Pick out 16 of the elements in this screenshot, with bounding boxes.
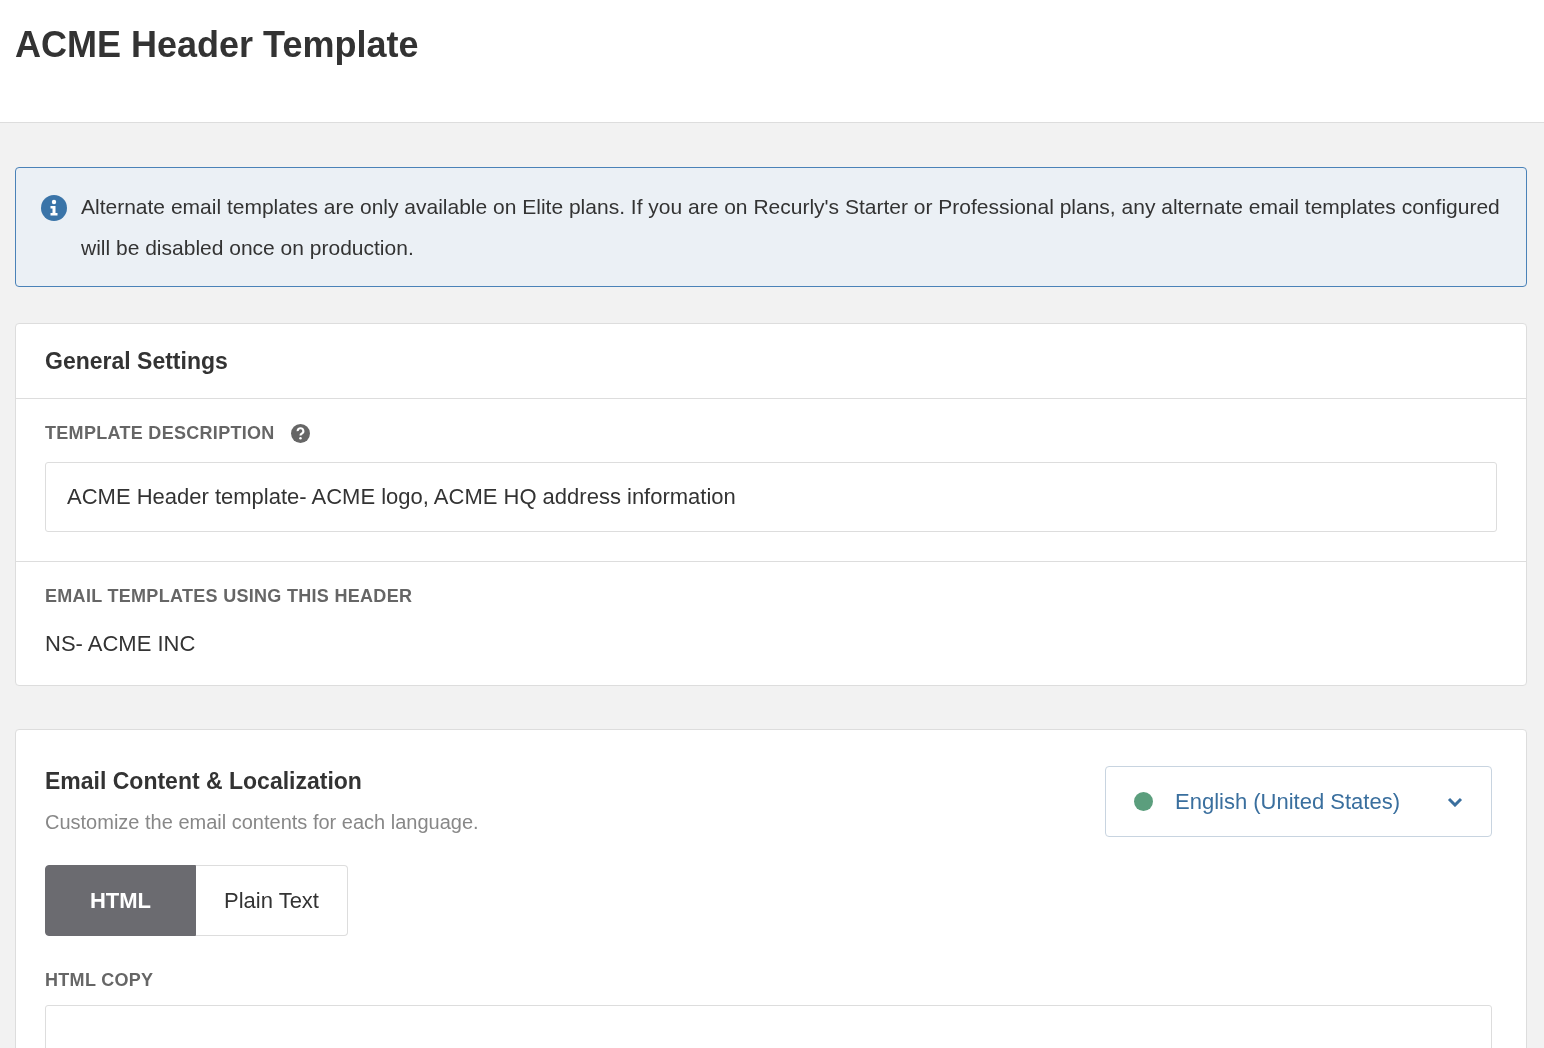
field-label: EMAIL TEMPLATES USING THIS HEADER [45, 586, 413, 607]
info-message: Alternate email templates are only available on Elite plans. If you are on Recurly's Starter or Professional plans, any alternate email templates configured will be disabled once on production. [81, 194, 1501, 261]
language-dropdown[interactable]: English (United States) [1105, 766, 1492, 837]
template-description-field[interactable]: ACME Header template- ACME logo, ACME HQ address information [45, 462, 1497, 532]
field-value: NS- ACME INC [45, 631, 197, 657]
page-title: ACME Header Template [15, 24, 420, 66]
format-tab[interactable]: Plain Text [196, 865, 348, 936]
section-subtitle: Customize the email contents for each language. [45, 811, 479, 834]
info-icon [41, 195, 67, 221]
field-label: HTML COPY [45, 970, 154, 991]
section-title: General Settings [45, 348, 229, 375]
field-label: TEMPLATE DESCRIPTION [45, 423, 275, 444]
chevron-down-icon [1447, 796, 1463, 807]
section-title: Email Content & Localization [45, 768, 363, 795]
format-tab[interactable]: HTML [45, 865, 196, 936]
help-icon[interactable] [290, 424, 310, 443]
